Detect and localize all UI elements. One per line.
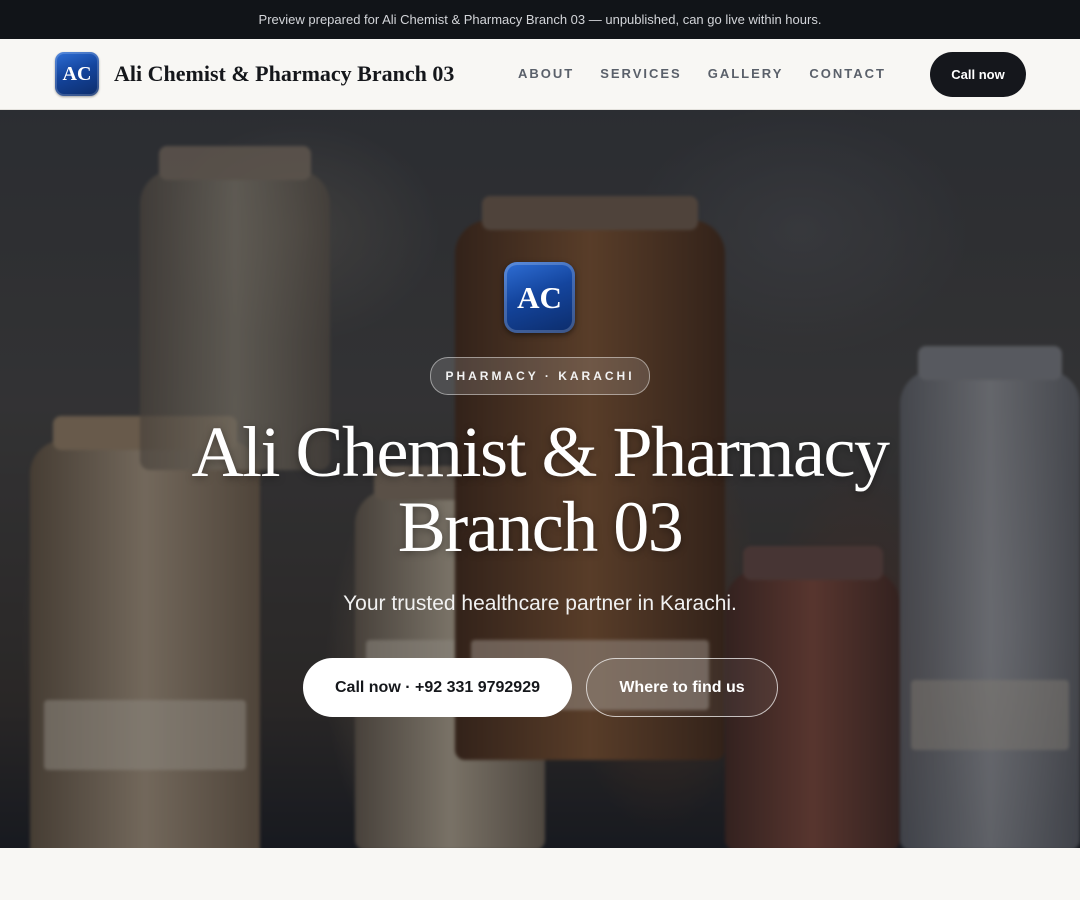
brand-name[interactable]: Ali Chemist & Pharmacy Branch 03 — [114, 61, 454, 87]
nav-link-services[interactable]: SERVICES — [600, 66, 682, 81]
hero-title: Ali Chemist & Pharmacy Branch 03 — [191, 412, 890, 567]
preview-banner: Preview prepared for Ali Chemist & Pharm… — [0, 0, 1080, 39]
nav-link-about[interactable]: ABOUT — [518, 66, 574, 81]
brand-logo[interactable]: AC — [55, 52, 99, 96]
hero-call-button[interactable]: Call now · +92 331 9792929 — [303, 658, 572, 717]
hero-logo: AC — [504, 262, 575, 333]
category-pill: PHARMACY · KARACHI — [430, 357, 650, 395]
hero-section: AC PHARMACY · KARACHI Ali Chemist & Phar… — [0, 110, 1080, 848]
hero-location-button[interactable]: Where to find us — [586, 658, 778, 717]
nav-link-gallery[interactable]: GALLERY — [708, 66, 784, 81]
site-header: AC Ali Chemist & Pharmacy Branch 03 ABOU… — [0, 39, 1080, 110]
nav-link-contact[interactable]: CONTACT — [809, 66, 886, 81]
preview-banner-text: Preview prepared for Ali Chemist & Pharm… — [258, 12, 822, 27]
hero-subtitle: Your trusted healthcare partner in Karac… — [343, 592, 737, 615]
header-call-button[interactable]: Call now — [930, 52, 1026, 97]
main-nav: ABOUT SERVICES GALLERY CONTACT — [518, 66, 886, 81]
